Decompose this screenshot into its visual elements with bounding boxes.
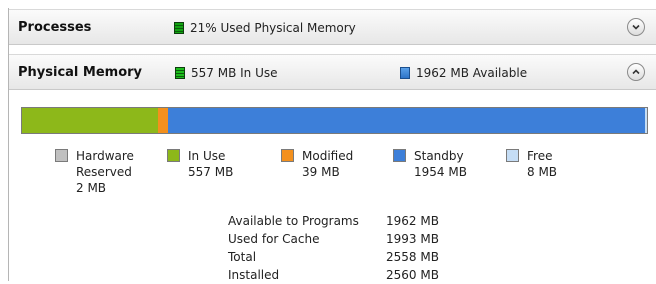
physical-memory-section-header[interactable]: Physical Memory 557 MB In Use 1962 MB Av…: [9, 54, 656, 90]
legend-swatch: [167, 149, 180, 162]
bar-segment-modified: [158, 108, 168, 133]
summary-value: 1962 MB: [386, 212, 439, 230]
bar-segment-standby: [168, 108, 645, 133]
legend-standby: Standby 1954 MB: [393, 148, 467, 180]
legend-swatch: [506, 149, 519, 162]
summary-label: Available to Programs: [228, 212, 386, 230]
bar-segment-in-use: [22, 108, 158, 133]
legend-in-use: In Use 557 MB: [167, 148, 233, 180]
bar-segment-free: [645, 108, 647, 133]
chevron-down-icon[interactable]: [627, 18, 645, 36]
legend-label: Modified: [302, 148, 353, 164]
processes-title: Processes: [18, 20, 91, 35]
legend-value: 8 MB: [527, 164, 557, 180]
legend-value: 2 MB: [76, 180, 134, 196]
summary-value: 2558 MB: [386, 248, 439, 266]
processes-memory-stat-text: 21% Used Physical Memory: [190, 21, 356, 35]
in-use-stat: 557 MB In Use: [175, 66, 278, 80]
legend-value: 39 MB: [302, 164, 353, 180]
summary-label: Installed: [228, 266, 386, 284]
legend-free: Free 8 MB: [506, 148, 557, 180]
legend-value: 557 MB: [188, 164, 233, 180]
summary-label: Used for Cache: [228, 230, 386, 248]
legend-label: Hardware: [76, 148, 134, 164]
legend-swatch: [55, 149, 68, 162]
summary-value: 2560 MB: [386, 266, 439, 284]
legend-label: Free: [527, 148, 557, 164]
available-stat-text: 1962 MB Available: [416, 66, 527, 80]
available-icon: [400, 67, 410, 79]
summary-row: Installed 2560 MB: [228, 266, 439, 284]
legend-modified: Modified 39 MB: [281, 148, 353, 180]
memory-meter-icon: [174, 22, 184, 34]
physical-memory-title: Physical Memory: [18, 65, 142, 80]
memory-usage-bar: [21, 107, 648, 134]
summary-row: Used for Cache 1993 MB: [228, 230, 439, 248]
legend-label-line2: Reserved: [76, 164, 134, 180]
available-stat: 1962 MB Available: [400, 66, 527, 80]
legend-value: 1954 MB: [414, 164, 467, 180]
chevron-up-icon[interactable]: [627, 63, 645, 81]
processes-section-header[interactable]: Processes 21% Used Physical Memory: [9, 9, 656, 45]
in-use-stat-text: 557 MB In Use: [191, 66, 278, 80]
legend-label: Standby: [414, 148, 467, 164]
summary-row: Total 2558 MB: [228, 248, 439, 266]
summary-label: Total: [228, 248, 386, 266]
summary-value: 1993 MB: [386, 230, 439, 248]
legend-hardware-reserved: Hardware Reserved 2 MB: [55, 148, 134, 196]
legend-swatch: [281, 149, 294, 162]
processes-memory-stat: 21% Used Physical Memory: [174, 21, 356, 35]
in-use-icon: [175, 67, 185, 79]
legend-swatch: [393, 149, 406, 162]
memory-summary: Available to Programs 1962 MB Used for C…: [228, 212, 439, 284]
summary-row: Available to Programs 1962 MB: [228, 212, 439, 230]
legend-label: In Use: [188, 148, 233, 164]
